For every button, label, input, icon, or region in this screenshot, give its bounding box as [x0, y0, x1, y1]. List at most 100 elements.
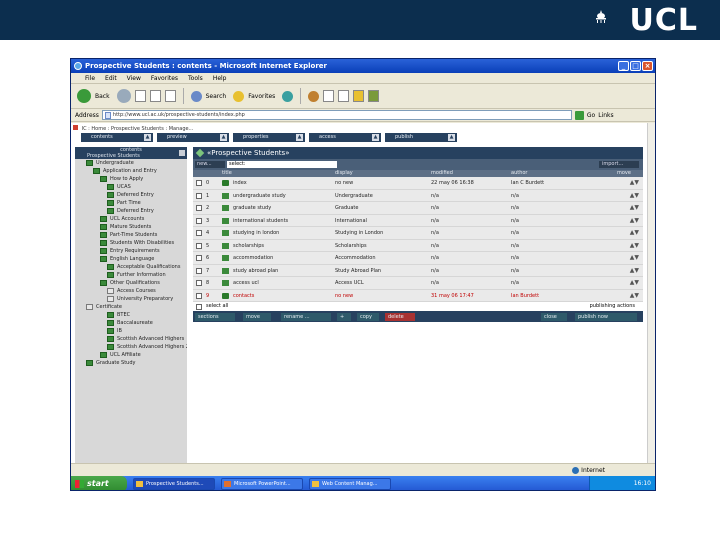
row-checkbox[interactable] [196, 280, 202, 286]
tab-publish[interactable]: publish ▲ [385, 133, 457, 142]
task-wcm[interactable]: Web Content Manag... [309, 478, 391, 490]
table-row[interactable]: 7 study abroad plan Study Abroad Plan n/a n/… [193, 265, 643, 277]
tree-node[interactable]: How to Apply [75, 175, 187, 183]
tree-node[interactable]: Mature Students [75, 223, 187, 231]
tree-node[interactable]: Baccalaureate [75, 319, 187, 327]
row-title[interactable]: international students [233, 215, 288, 227]
tree-node[interactable]: Application and Entry [75, 167, 187, 175]
table-row[interactable]: 9 contacts no new 31 may 06 17:47 Ian Burdet… [193, 290, 643, 302]
plus-button[interactable]: + [337, 313, 351, 321]
close-button[interactable]: close [541, 313, 567, 321]
tree-node[interactable]: Deferred Entry [75, 191, 187, 199]
page-scrollbar[interactable] [647, 123, 655, 463]
tree-node[interactable]: Scottish Advanced Highers 2 [75, 343, 187, 351]
breadcrumb-text[interactable]: IC : Home : Prospective Students : Manag… [82, 126, 194, 132]
folder-icon[interactable] [353, 90, 365, 102]
table-row[interactable]: 6 accommodation Accommodation n/a n/a ▲▼ [193, 252, 643, 265]
favorites-label[interactable]: Favorites [248, 93, 275, 100]
tree-node[interactable]: University Preparatory [75, 295, 187, 303]
menu-tools[interactable]: Tools [188, 73, 203, 83]
move-arrows-icon[interactable]: ▲▼ [630, 202, 639, 214]
col-display[interactable]: display [335, 170, 353, 177]
search-label[interactable]: Search [206, 93, 227, 100]
table-row[interactable]: 8 access ucl Access UCL n/a n/a ▲▼ [193, 277, 643, 290]
table-row[interactable]: 0 index no new 22 may 06 16:38 Ian C Burdett… [193, 177, 643, 190]
row-checkbox[interactable] [196, 255, 202, 261]
tree-node[interactable]: IB [75, 327, 187, 335]
tree-node[interactable]: Part Time [75, 199, 187, 207]
back-label[interactable]: Back [95, 93, 110, 100]
refresh-icon[interactable] [149, 90, 161, 102]
tree-node[interactable]: Access Courses [75, 287, 187, 295]
tree-node[interactable]: Further Information [75, 271, 187, 279]
move-arrows-icon[interactable]: ▲▼ [630, 277, 639, 289]
move-arrows-icon[interactable]: ▲▼ [630, 215, 639, 227]
col-author[interactable]: author [511, 170, 527, 177]
row-title[interactable]: index [233, 177, 247, 189]
row-checkbox[interactable] [196, 230, 202, 236]
collapse-icon[interactable] [179, 150, 185, 156]
tree-node[interactable]: Deferred Entry [75, 207, 187, 215]
menu-help[interactable]: Help [213, 73, 227, 83]
row-checkbox[interactable] [196, 180, 202, 186]
row-title[interactable]: contacts [233, 290, 254, 302]
tree-node[interactable]: Certificate [75, 303, 187, 311]
messenger-icon[interactable] [368, 90, 380, 102]
menu-favorites[interactable]: Favorites [151, 73, 178, 83]
mail-icon[interactable] [308, 90, 320, 102]
move-arrows-icon[interactable]: ▲▼ [630, 290, 639, 302]
tree-node[interactable]: Entry Requirements [75, 247, 187, 255]
row-title[interactable]: study abroad plan [233, 265, 278, 277]
move-arrows-icon[interactable]: ▲▼ [630, 252, 639, 264]
search-icon[interactable] [190, 90, 202, 102]
links-button[interactable]: Links [598, 112, 613, 119]
task-ie[interactable]: Prospective Students... [133, 478, 215, 490]
move-arrows-icon[interactable]: ▲▼ [630, 190, 639, 202]
favorites-icon[interactable] [233, 90, 245, 102]
move-button[interactable]: move [243, 313, 271, 321]
delete-button[interactable]: delete [385, 313, 415, 321]
maximize-button[interactable]: □ [630, 61, 641, 71]
tree-node[interactable]: BTEC [75, 311, 187, 319]
back-icon[interactable] [77, 89, 91, 103]
address-input[interactable]: http://www.ucl.ac.uk/prospective-student… [101, 110, 572, 120]
row-checkbox[interactable] [196, 192, 202, 199]
start-button[interactable]: start [71, 476, 127, 490]
close-button[interactable]: × [642, 61, 653, 71]
select-all-checkbox[interactable] [196, 304, 202, 310]
row-title[interactable]: undergraduate study [233, 190, 286, 202]
menu-file[interactable]: File [85, 73, 95, 83]
row-checkbox[interactable] [196, 205, 202, 211]
col-modified[interactable]: modified [431, 170, 453, 177]
minimize-button[interactable]: _ [618, 61, 629, 71]
tab-access[interactable]: access ▲ [309, 133, 381, 142]
tab-preview[interactable]: preview ▲ [157, 133, 229, 142]
task-powerpoint[interactable]: Microsoft PowerPoint... [221, 478, 303, 490]
edit-icon[interactable] [338, 90, 350, 102]
tab-properties[interactable]: properties ▲ [233, 133, 305, 142]
select-dropdown[interactable]: select: [227, 161, 337, 168]
move-arrows-icon[interactable]: ▲▼ [630, 227, 639, 239]
go-arrow-icon[interactable] [574, 110, 584, 120]
tree-node[interactable]: English Language [75, 255, 187, 263]
new-select[interactable]: new... [195, 161, 225, 168]
menu-edit[interactable]: Edit [105, 73, 117, 83]
tree-node[interactable]: UCAS [75, 183, 187, 191]
row-checkbox[interactable] [196, 242, 202, 249]
col-title[interactable]: title [222, 170, 232, 177]
move-arrows-icon[interactable]: ▲▼ [630, 265, 639, 277]
publish-now-button[interactable]: publish now [575, 313, 637, 321]
row-checkbox[interactable] [196, 217, 202, 224]
row-checkbox[interactable] [196, 292, 202, 299]
print-icon[interactable] [323, 90, 335, 102]
tree-node[interactable]: Acceptable Qualifications [75, 263, 187, 271]
go-button[interactable]: Go [587, 112, 595, 119]
move-arrows-icon[interactable]: ▲▼ [630, 177, 639, 189]
row-title[interactable]: studying in london [233, 227, 279, 239]
table-row[interactable]: 1 undergraduate study Undergraduate n/a n/a ▲… [193, 190, 643, 202]
tree-node[interactable]: UCL Accounts [75, 215, 187, 223]
tree-node[interactable]: Graduate Study [75, 359, 187, 367]
table-row[interactable]: 5 scholarships Scholarships n/a n/a ▲▼ [193, 240, 643, 252]
tree-node[interactable]: UCL Affiliate [75, 351, 187, 359]
import-button[interactable]: import... [599, 161, 639, 168]
